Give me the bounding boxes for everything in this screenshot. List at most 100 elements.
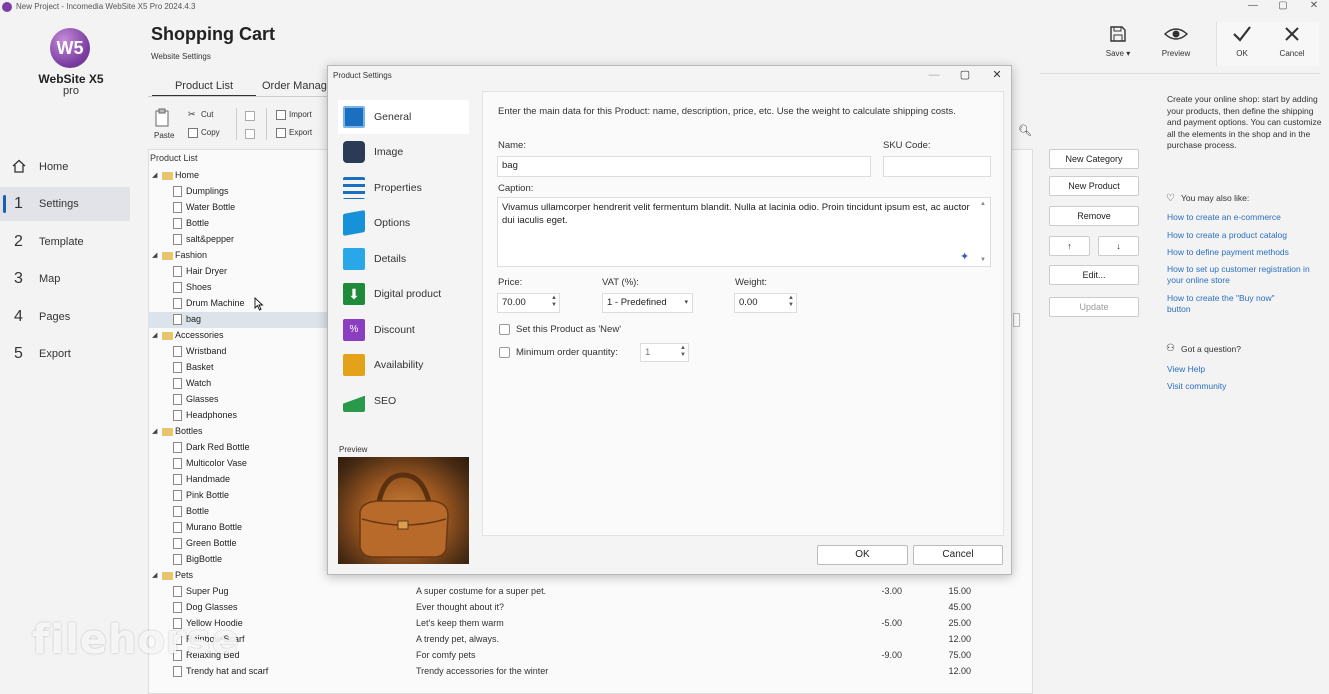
- section-image[interactable]: Image: [338, 135, 469, 169]
- name-input[interactable]: bag: [497, 156, 871, 177]
- nav-map[interactable]: 3 Map: [0, 262, 130, 296]
- product-row[interactable]: BigBottle: [148, 552, 328, 568]
- product-row[interactable]: Super Pug A super costume for a super pet…: [148, 584, 988, 600]
- maximize-button[interactable]: ▢: [1268, 0, 1298, 14]
- weight-input[interactable]: 0.00 ▲ ▼: [734, 293, 797, 313]
- product-row[interactable]: Bottle: [148, 216, 328, 232]
- dialog-cancel-button[interactable]: Cancel: [913, 545, 1003, 565]
- dialog-close-button[interactable]: ✕: [986, 68, 1008, 82]
- product-row[interactable]: Shoes: [148, 280, 328, 296]
- dialog-minimize-button[interactable]: —: [923, 68, 945, 82]
- product-row[interactable]: Yellow Hoodie Let's keep them warm -5.00 25…: [148, 616, 988, 632]
- product-row[interactable]: Handmade: [148, 472, 328, 488]
- scroll-thumb[interactable]: [1013, 313, 1020, 327]
- section-properties[interactable]: Properties: [338, 171, 469, 205]
- category-row[interactable]: ◢ Fashion: [148, 248, 328, 264]
- cut-button[interactable]: Cut: [201, 110, 213, 119]
- stepper-icon[interactable]: ▲ ▼: [680, 345, 686, 359]
- collapse-arrow-icon[interactable]: ◢: [152, 171, 157, 179]
- remove-button[interactable]: Remove: [1049, 206, 1139, 226]
- product-row[interactable]: Bottle: [148, 504, 328, 520]
- price-input[interactable]: 70.00 ▲ ▼: [497, 293, 560, 313]
- scroll-up-icon[interactable]: ▲: [980, 201, 986, 207]
- move-down-button[interactable]: ↓: [1098, 236, 1139, 256]
- collapse-arrow-icon[interactable]: ◢: [152, 571, 157, 579]
- category-row[interactable]: ◢ Bottles: [148, 424, 328, 440]
- product-row[interactable]: Dog Glasses Ever thought about it? 45.00: [148, 600, 988, 616]
- edit-button[interactable]: Edit...: [1049, 265, 1139, 285]
- view-help-link[interactable]: View Help: [1167, 364, 1317, 375]
- help-link[interactable]: How to create a product catalog: [1167, 230, 1317, 241]
- indent-icon[interactable]: [245, 111, 255, 121]
- collapse-arrow-icon[interactable]: ◢: [152, 427, 157, 435]
- section-details[interactable]: Details: [338, 242, 469, 276]
- move-up-button[interactable]: ↑: [1049, 236, 1090, 256]
- ai-sparkle-icon[interactable]: ✦: [960, 250, 969, 263]
- help-link[interactable]: How to create the "Buy now" button: [1167, 293, 1287, 315]
- product-row[interactable]: Water Bottle: [148, 200, 328, 216]
- category-row[interactable]: ◢ Pets: [148, 568, 328, 584]
- collapse-arrow-icon[interactable]: ◢: [152, 331, 157, 339]
- category-row[interactable]: ◢ Accessories: [148, 328, 328, 344]
- product-row[interactable]: Basket: [148, 360, 328, 376]
- section-options[interactable]: Options: [338, 206, 469, 240]
- help-link[interactable]: How to define payment methods: [1167, 247, 1317, 258]
- product-row[interactable]: Headphones: [148, 408, 328, 424]
- sku-input[interactable]: [883, 156, 991, 177]
- section-digital-product[interactable]: ⬇ Digital product: [338, 277, 469, 311]
- visit-community-link[interactable]: Visit community: [1167, 381, 1317, 392]
- help-link[interactable]: How to create an e-commerce: [1167, 212, 1317, 223]
- dialog-ok-button[interactable]: OK: [817, 545, 908, 565]
- product-row[interactable]: Rainbow Scarf A trendy pet, always. 12.00: [148, 632, 988, 648]
- dialog-maximize-button[interactable]: ▢: [954, 68, 976, 82]
- paste-button[interactable]: [154, 108, 172, 128]
- nav-settings[interactable]: 1 Settings: [0, 187, 130, 221]
- collapse-arrow-icon[interactable]: ◢: [152, 251, 157, 259]
- search-icon[interactable]: 🔍︎: [1018, 124, 1032, 137]
- nav-home[interactable]: Home: [0, 150, 130, 184]
- nav-export[interactable]: 5 Export: [0, 337, 130, 371]
- scroll-down-icon[interactable]: ▼: [980, 257, 986, 263]
- new-product-checkbox[interactable]: [499, 324, 510, 335]
- preview-button[interactable]: Preview: [1152, 25, 1200, 58]
- product-row[interactable]: Dumplings: [148, 184, 328, 200]
- product-row[interactable]: Dark Red Bottle: [148, 440, 328, 456]
- copy-button[interactable]: Copy: [201, 128, 220, 137]
- section-seo[interactable]: SEO: [338, 384, 469, 418]
- outdent-icon[interactable]: [245, 129, 255, 139]
- minimize-button[interactable]: —: [1238, 0, 1268, 14]
- close-window-button[interactable]: ✕: [1299, 0, 1329, 14]
- product-row[interactable]: Wristband: [148, 344, 328, 360]
- product-row[interactable]: Watch: [148, 376, 328, 392]
- import-button[interactable]: Import: [289, 110, 312, 119]
- export-button[interactable]: Export: [289, 128, 312, 137]
- section-availability[interactable]: Availability: [338, 348, 469, 382]
- section-general[interactable]: General: [338, 100, 469, 134]
- new-product-button[interactable]: New Product: [1049, 176, 1139, 196]
- product-row[interactable]: salt&pepper: [148, 232, 328, 248]
- vat-select[interactable]: 1 - Predefined ▾: [602, 293, 693, 313]
- product-row[interactable]: Glasses: [148, 392, 328, 408]
- product-row[interactable]: Drum Machine: [148, 296, 328, 312]
- min-quantity-input[interactable]: 1 ▲ ▼: [640, 343, 689, 362]
- new-category-button[interactable]: New Category: [1049, 149, 1139, 169]
- product-row[interactable]: Relaxing Bed For comfy pets -9.00 75.00: [148, 648, 988, 664]
- tab-product-list[interactable]: Product List: [152, 75, 256, 97]
- cancel-button[interactable]: Cancel: [1268, 25, 1316, 58]
- product-row[interactable]: Green Bottle: [148, 536, 328, 552]
- product-row[interactable]: Hair Dryer: [148, 264, 328, 280]
- tab-order-manager[interactable]: Order Manag: [262, 75, 332, 97]
- section-discount[interactable]: % Discount: [338, 313, 469, 347]
- product-row[interactable]: Murano Bottle: [148, 520, 328, 536]
- product-row[interactable]: Pink Bottle: [148, 488, 328, 504]
- nav-template[interactable]: 2 Template: [0, 225, 130, 259]
- category-row[interactable]: ◢ Home: [148, 168, 328, 184]
- stepper-icon[interactable]: ▲ ▼: [788, 295, 794, 309]
- nav-pages[interactable]: 4 Pages: [0, 300, 130, 334]
- update-button[interactable]: Update: [1049, 297, 1139, 317]
- stepper-icon[interactable]: ▲ ▼: [551, 295, 557, 309]
- caption-textarea[interactable]: Vivamus ullamcorper hendrerit velit ferm…: [497, 197, 991, 267]
- ok-button[interactable]: OK: [1218, 25, 1266, 58]
- help-link[interactable]: How to set up customer registration in y…: [1167, 264, 1317, 286]
- save-button[interactable]: Save ▾: [1094, 25, 1142, 58]
